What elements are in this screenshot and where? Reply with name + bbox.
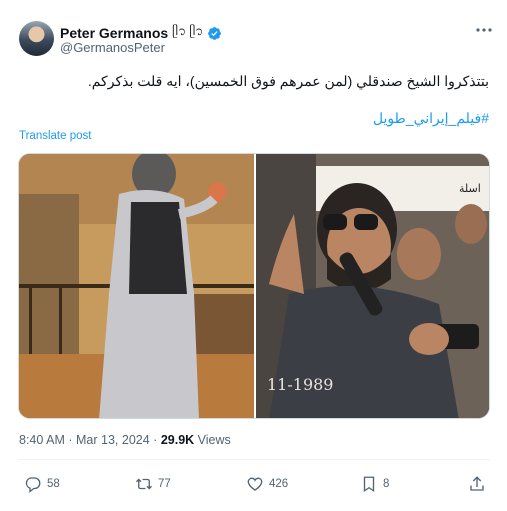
meta-separator: · xyxy=(153,433,158,447)
sign-text: اسلة xyxy=(459,182,481,195)
bookmark-icon xyxy=(363,476,375,493)
repost-icon xyxy=(136,478,152,490)
translate-post-link[interactable]: Translate post xyxy=(19,130,91,142)
author-handle[interactable]: @GermanosPeter xyxy=(60,40,165,55)
repost-button[interactable]: 77 xyxy=(135,475,171,493)
media-image-right[interactable]: اسلة 11-1989 xyxy=(256,154,490,419)
like-button[interactable]: 426 xyxy=(246,475,288,493)
reply-count: 58 xyxy=(47,478,60,490)
reply-icon xyxy=(25,477,41,493)
bookmark-button[interactable]: 8 xyxy=(360,475,389,493)
tweet-time[interactable]: 8:40 AM xyxy=(19,433,65,447)
reply-button[interactable]: 58 xyxy=(24,475,60,493)
media-images: اسلة 11-1989 xyxy=(19,154,490,419)
avatar[interactable] xyxy=(19,21,54,56)
views-count: 29.9K xyxy=(160,433,195,447)
divider xyxy=(18,459,490,460)
author-name-suffix: ᥫ᭡ ᥫ᭡ xyxy=(172,24,204,38)
tweet-text: بتتذكروا الشيخ صندقلي (لمن عمرهم فوق الخ… xyxy=(87,73,489,89)
share-icon xyxy=(470,476,484,491)
tweet-date[interactable]: Mar 13, 2024 xyxy=(76,433,150,447)
video-date-caption: 11-1989 xyxy=(267,375,333,394)
repost-count: 77 xyxy=(158,478,171,490)
hashtag-link[interactable]: #فيلم_إيراني_طويل xyxy=(373,110,489,127)
author-display-name[interactable]: Peter Germanos xyxy=(60,25,168,41)
share-button[interactable] xyxy=(468,475,486,493)
bookmark-count: 8 xyxy=(383,478,390,490)
heart-icon xyxy=(247,477,263,491)
media-image-left[interactable] xyxy=(19,154,254,419)
timestamp-row: 8:40 AM · Mar 13, 2024 · 29.9K Views xyxy=(19,433,231,447)
like-count: 426 xyxy=(269,478,289,490)
verified-badge-icon xyxy=(208,26,222,40)
media-grid[interactable]: اسلة 11-1989 xyxy=(18,153,490,419)
more-options-icon[interactable] xyxy=(474,22,494,38)
views-label: Views xyxy=(197,433,231,447)
meta-separator: · xyxy=(68,433,73,447)
